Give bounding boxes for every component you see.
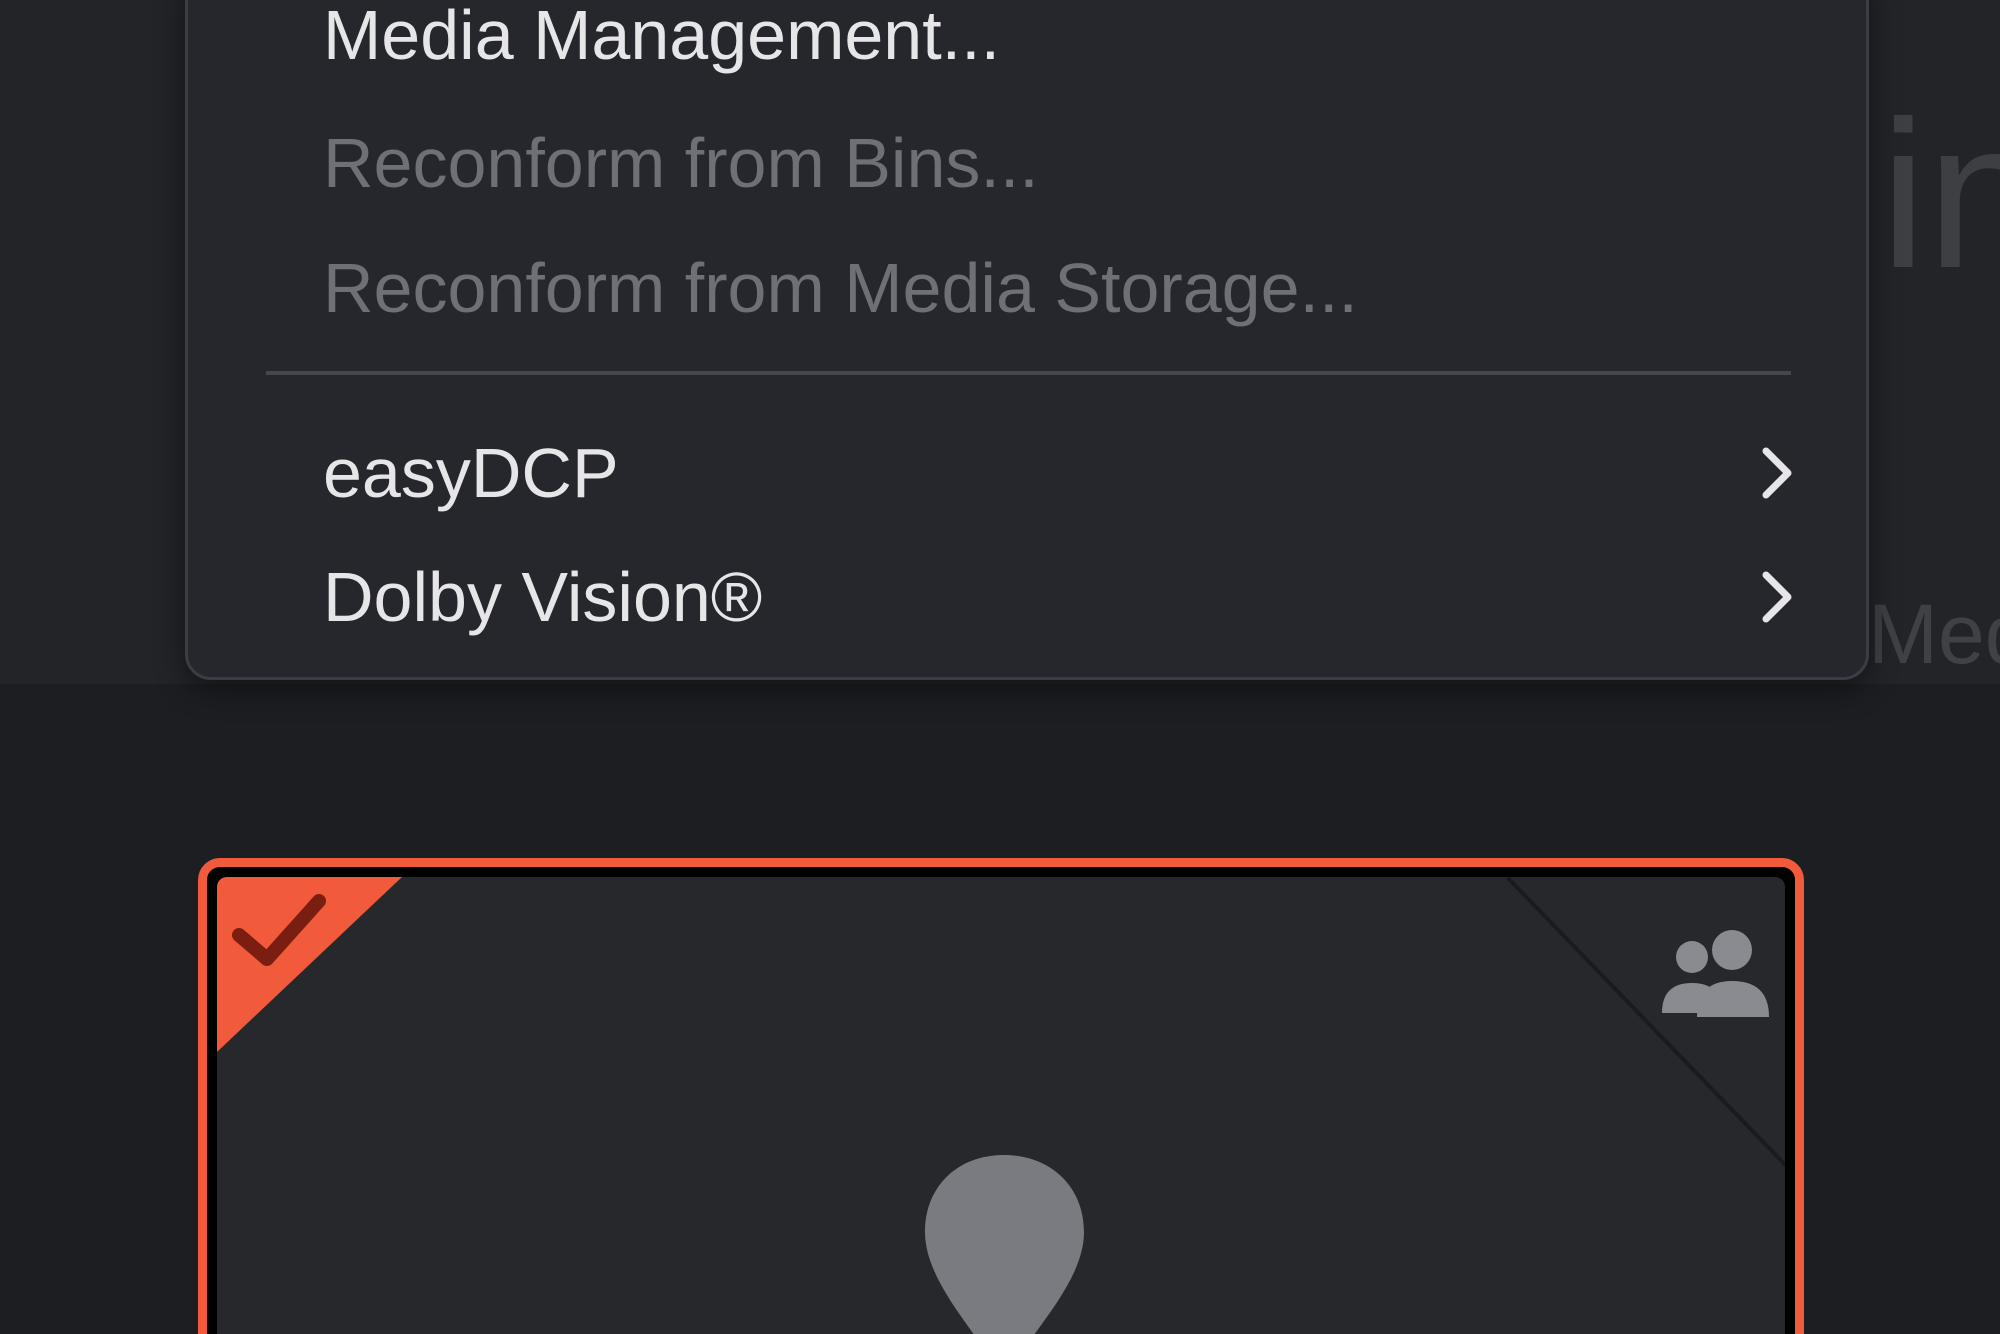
menu-item-dolby-vision[interactable]: Dolby Vision® bbox=[323, 547, 1796, 647]
background-partial-title: in bbox=[1880, 77, 2000, 312]
menu-item-reconform-from-media-storage[interactable]: Reconform from Media Storage... bbox=[323, 238, 1796, 338]
menu-item-label: Reconform from Bins... bbox=[323, 124, 1039, 202]
menu-separator bbox=[266, 371, 1791, 375]
menu-item-label: Dolby Vision® bbox=[323, 558, 763, 636]
menu-item-label: Media Management... bbox=[323, 0, 1001, 74]
menu-item-reconform-from-bins[interactable]: Reconform from Bins... bbox=[323, 113, 1796, 213]
menu-item-media-management[interactable]: Media Management... bbox=[323, 0, 1796, 85]
card-diagonal-line bbox=[1507, 877, 1785, 1168]
app-screen: in Med Media Management... Reconform fro… bbox=[0, 0, 2000, 1334]
selected-corner-flag bbox=[217, 877, 402, 1052]
chevron-right-icon bbox=[1756, 443, 1796, 503]
chevron-right-icon bbox=[1756, 567, 1796, 627]
background-partial-subtitle: Med bbox=[1868, 587, 2000, 681]
dropdown-menu: Media Management... Reconform from Bins.… bbox=[185, 0, 1869, 680]
project-card-thumbnail bbox=[217, 877, 1785, 1334]
menu-item-label: easyDCP bbox=[323, 434, 619, 512]
project-card[interactable] bbox=[198, 858, 1804, 1334]
menu-item-easydcp[interactable]: easyDCP bbox=[323, 423, 1796, 523]
menu-item-label: Reconform from Media Storage... bbox=[323, 249, 1358, 327]
location-pin-icon bbox=[925, 1155, 1084, 1334]
people-icon bbox=[1662, 930, 1769, 1017]
